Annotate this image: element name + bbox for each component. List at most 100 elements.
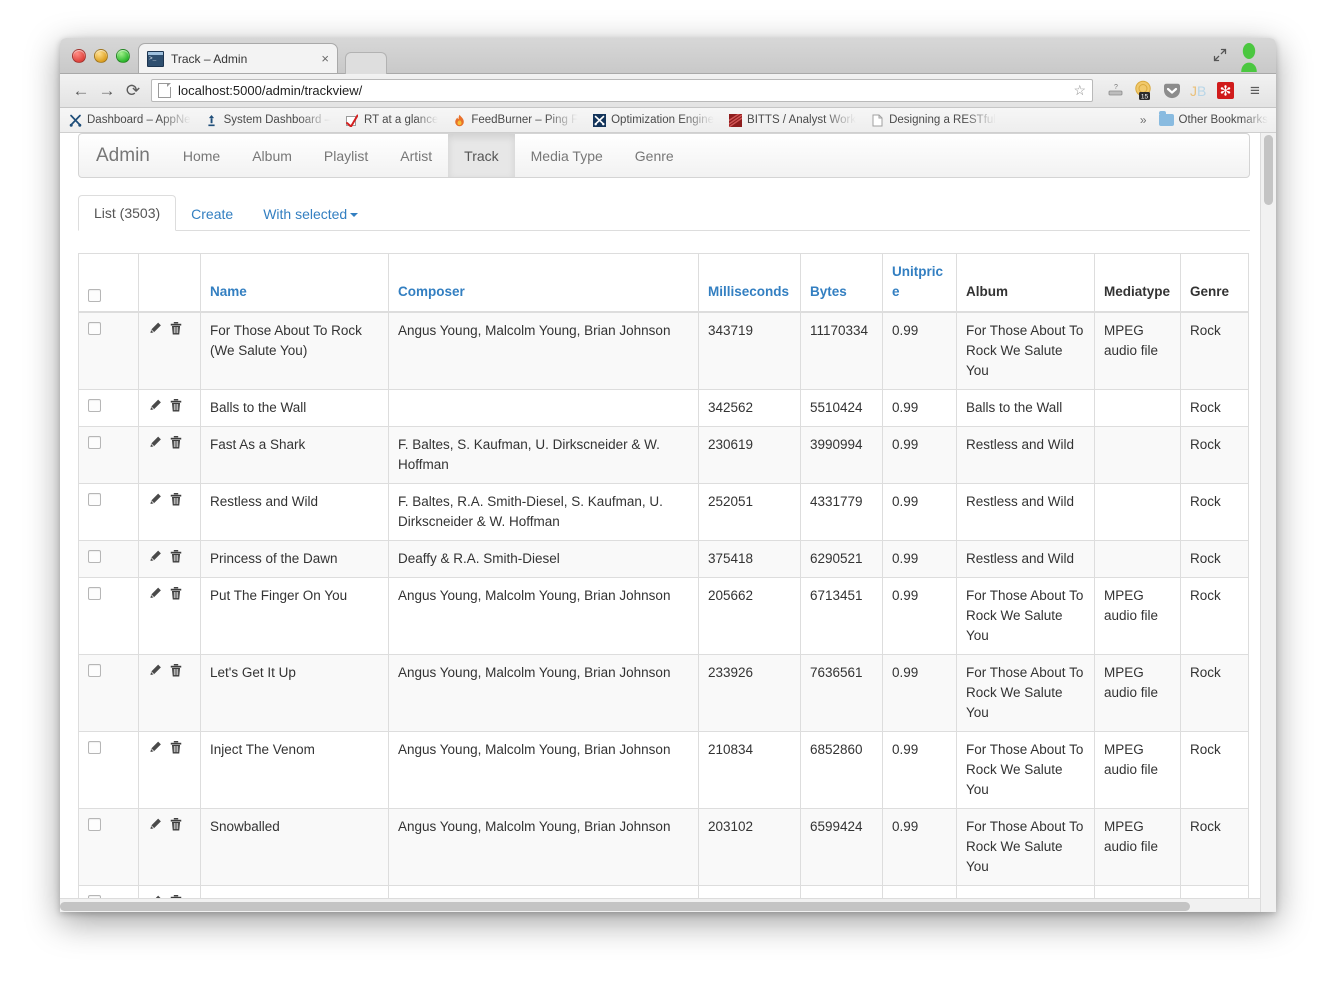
sort-milliseconds-link[interactable]: Milliseconds (708, 284, 789, 299)
bookmark-star-icon[interactable]: ☆ (1073, 82, 1086, 99)
back-icon[interactable]: ← (68, 78, 94, 104)
header-composer[interactable]: Composer (388, 253, 699, 313)
row-genre-cell: Rock (1180, 389, 1249, 427)
row-select-cell (78, 654, 139, 732)
edit-icon[interactable] (148, 492, 162, 507)
bookmark-item[interactable]: Designing a RESTful (870, 113, 996, 127)
nav-item-album[interactable]: Album (236, 134, 308, 177)
nav-item-track[interactable]: Track (448, 134, 515, 177)
browser-tab-title: Track – Admin (171, 51, 248, 66)
select-all-checkbox[interactable] (88, 289, 101, 302)
header-unitprice[interactable]: Unitprice (882, 253, 957, 313)
nav-item-playlist[interactable]: Playlist (308, 134, 384, 177)
row-actions-cell (138, 389, 201, 427)
row-checkbox[interactable] (88, 493, 101, 506)
table-row: Let's Get It Up Angus Young, Malcolm Youn… (78, 654, 1249, 732)
edit-icon[interactable] (148, 549, 162, 564)
delete-icon[interactable] (169, 817, 183, 832)
row-mediatype-cell: MPEG audio file (1094, 654, 1181, 732)
maximize-window-button[interactable] (116, 49, 130, 63)
new-tab-button[interactable] (345, 52, 387, 74)
delete-icon[interactable] (169, 435, 183, 450)
delete-icon[interactable] (169, 663, 183, 678)
avatar[interactable] (1238, 42, 1260, 72)
forward-icon[interactable]: → (94, 78, 120, 104)
tab-list[interactable]: List (3503) (78, 195, 177, 231)
checkmark-icon (345, 113, 359, 127)
row-checkbox[interactable] (88, 818, 101, 831)
jb-icon[interactable]: J B (1189, 81, 1209, 101)
sort-name-link[interactable]: Name (210, 284, 247, 299)
header-bytes[interactable]: Bytes (800, 253, 883, 313)
delete-icon[interactable] (169, 492, 183, 507)
horizontal-scroll-thumb[interactable] (60, 902, 1190, 911)
edit-icon[interactable] (148, 398, 162, 413)
edit-icon[interactable] (148, 435, 162, 450)
close-icon[interactable]: × (315, 51, 329, 66)
app-brand[interactable]: Admin (79, 134, 167, 177)
minimize-window-button[interactable] (94, 49, 108, 63)
page-viewport: Admin Home Album Playlist Artist Track M… (60, 133, 1276, 912)
nav-item-media-type[interactable]: Media Type (515, 134, 619, 177)
row-checkbox[interactable] (88, 322, 101, 335)
bookmarks-overflow-icon[interactable]: » (1140, 113, 1147, 127)
other-bookmarks-label[interactable]: Other Bookmarks (1179, 114, 1268, 126)
bookmark-item[interactable]: Dashboard – AppNe (68, 113, 191, 127)
edit-icon[interactable] (148, 586, 162, 601)
track-table: Name Composer Milliseconds Bytes Unitpri… (78, 253, 1249, 912)
vertical-scroll-thumb[interactable] (1264, 135, 1273, 205)
edit-icon[interactable] (148, 740, 162, 755)
row-checkbox[interactable] (88, 587, 101, 600)
row-milliseconds-cell: 342562 (698, 389, 801, 427)
address-bar[interactable]: localhost:5000/admin/trackview/ ☆ (151, 79, 1093, 102)
red-square-icon (728, 113, 742, 127)
delete-icon[interactable] (169, 549, 183, 564)
row-checkbox[interactable] (88, 664, 101, 677)
sort-bytes-link[interactable]: Bytes (810, 284, 847, 299)
sort-unitprice-link[interactable]: Unitprice (892, 264, 943, 299)
row-milliseconds-cell: 343719 (698, 311, 801, 390)
coin-badge-icon[interactable]: 15 (1133, 80, 1155, 101)
bookmark-label: Optimization Engine (611, 114, 715, 126)
scissors-icon (68, 113, 82, 127)
bookmark-item[interactable]: FeedBurner – Ping F (452, 113, 578, 127)
sort-composer-link[interactable]: Composer (398, 284, 465, 299)
asterisk-icon[interactable]: ✻ (1216, 81, 1235, 100)
row-checkbox[interactable] (88, 550, 101, 563)
chrome-menu-icon[interactable]: ≡ (1242, 78, 1268, 104)
restore-window-icon[interactable] (1212, 47, 1228, 63)
edit-icon[interactable] (148, 817, 162, 832)
delete-icon[interactable] (169, 586, 183, 601)
bookmark-manager-icon[interactable]: ? (1106, 81, 1126, 101)
close-window-button[interactable] (72, 49, 86, 63)
browser-tab[interactable]: Track – Admin × (138, 43, 338, 73)
page-horizontal-scrollbar[interactable] (60, 898, 1260, 912)
edit-icon[interactable] (148, 321, 162, 336)
table-row: Princess of the Dawn Deaffy & R.A. Smith-… (78, 540, 1249, 578)
bookmark-item[interactable]: BITTS / Analyst Work (728, 113, 856, 127)
tab-with-selected[interactable]: With selected (248, 197, 373, 231)
pocket-icon[interactable] (1162, 81, 1182, 101)
header-milliseconds[interactable]: Milliseconds (698, 253, 801, 313)
row-checkbox[interactable] (88, 399, 101, 412)
row-checkbox[interactable] (88, 436, 101, 449)
row-checkbox[interactable] (88, 741, 101, 754)
bookmark-item[interactable]: RT at a glance (345, 113, 438, 127)
row-mediatype-cell: MPEG audio file (1094, 808, 1181, 886)
bookmark-item[interactable]: System Dashboard – (205, 113, 331, 127)
nav-item-home[interactable]: Home (167, 134, 236, 177)
reload-icon[interactable]: ⟳ (120, 78, 146, 104)
nav-item-genre[interactable]: Genre (619, 134, 690, 177)
delete-icon[interactable] (169, 321, 183, 336)
page-vertical-scrollbar[interactable] (1260, 133, 1276, 912)
terminal-favicon-icon (147, 50, 164, 67)
edit-icon[interactable] (148, 663, 162, 678)
row-actions-cell (138, 654, 201, 732)
delete-icon[interactable] (169, 398, 183, 413)
bookmark-item[interactable]: Optimization Engine (592, 113, 714, 127)
tab-create[interactable]: Create (176, 197, 248, 231)
header-name[interactable]: Name (200, 253, 389, 313)
nav-item-artist[interactable]: Artist (384, 134, 448, 177)
delete-icon[interactable] (169, 740, 183, 755)
row-mediatype-cell (1094, 389, 1181, 427)
